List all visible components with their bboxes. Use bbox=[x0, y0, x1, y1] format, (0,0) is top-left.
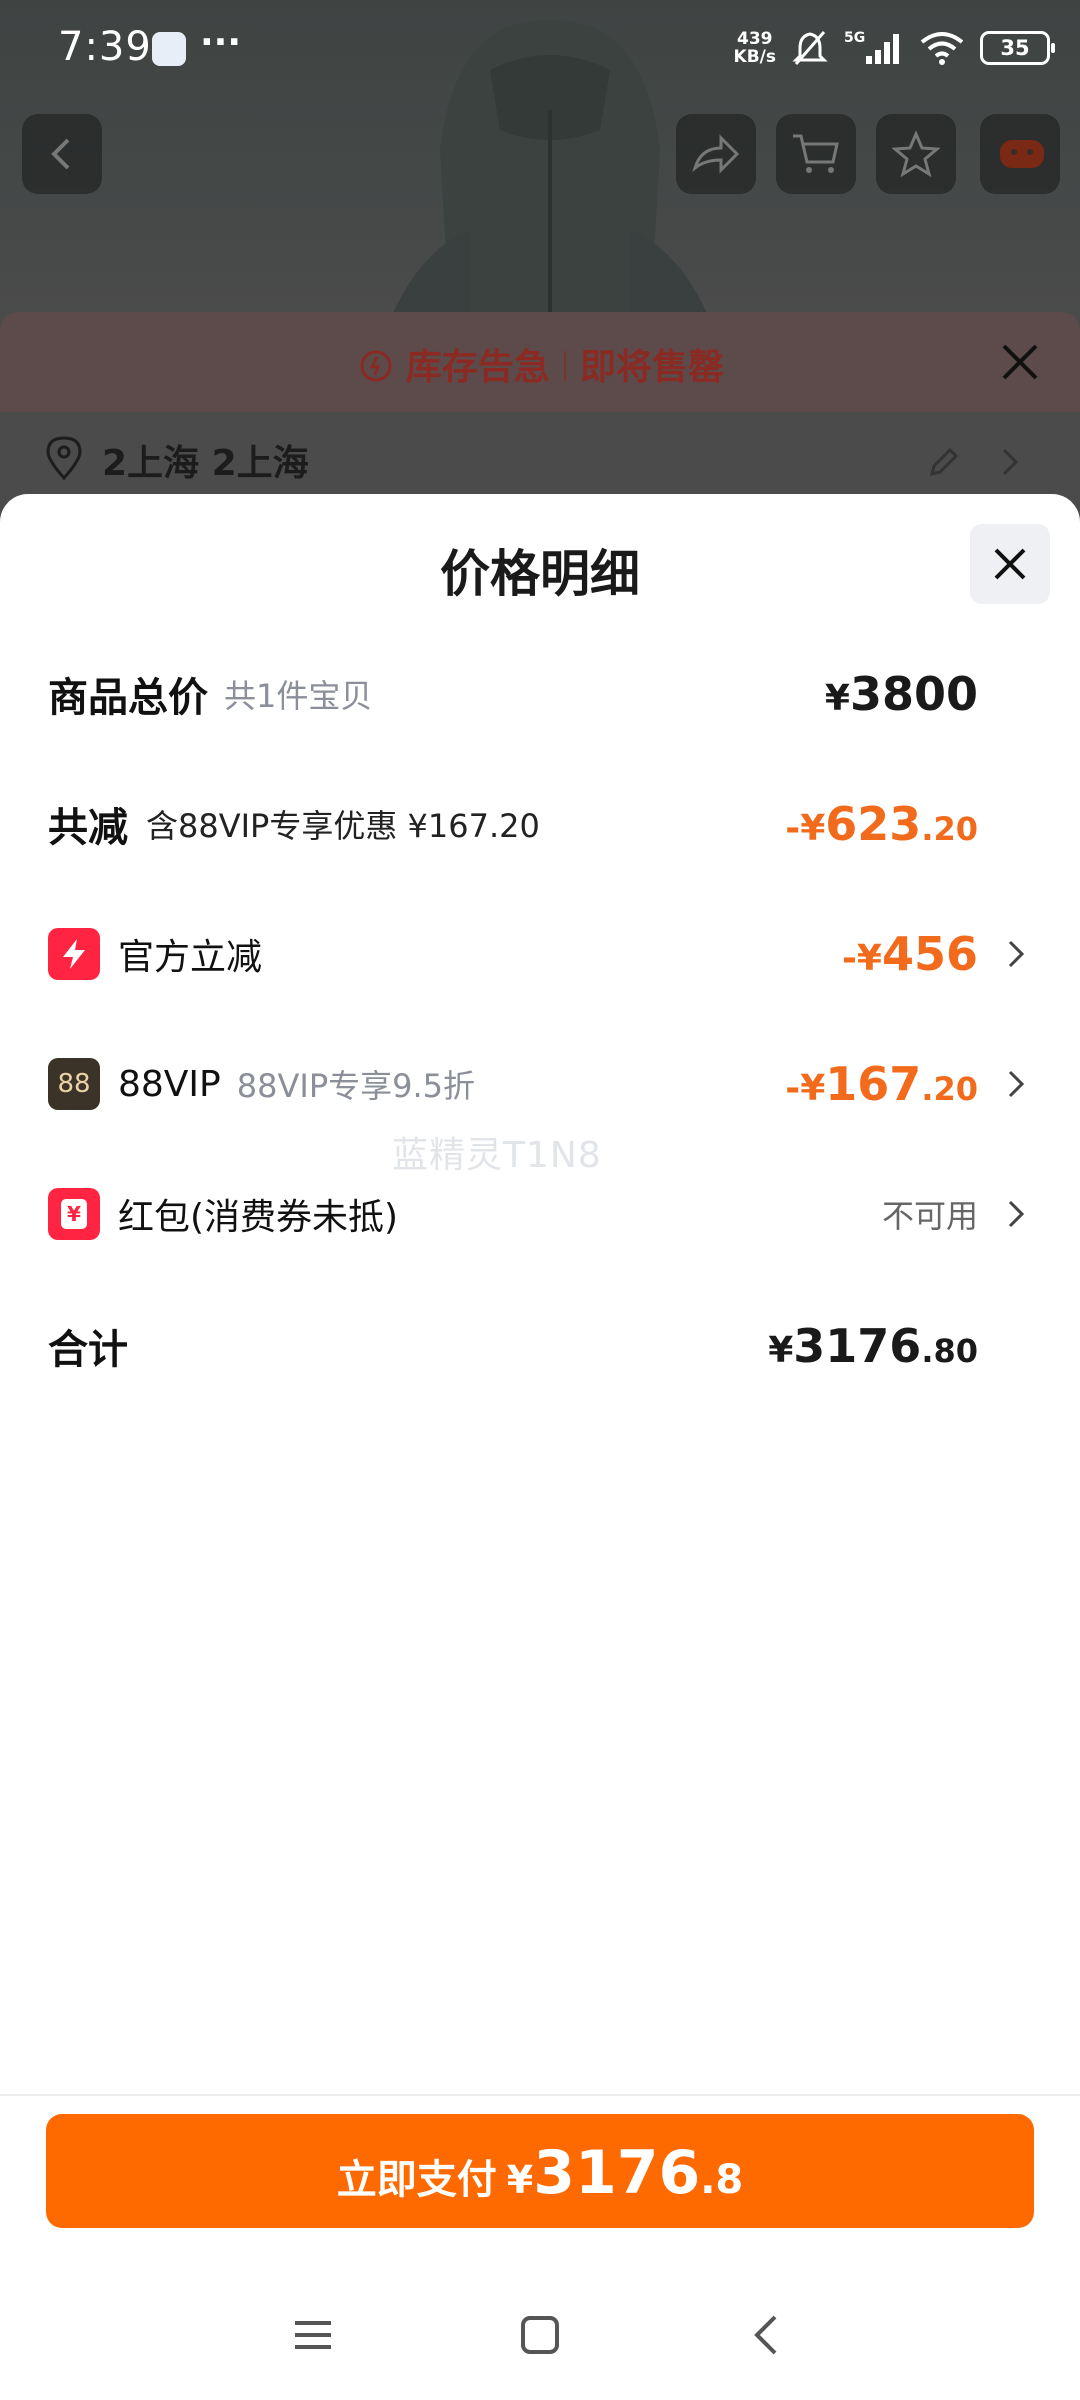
vip-note: 88VIP专享9.5折 bbox=[236, 1067, 476, 1105]
currency-symbol: ¥ bbox=[506, 2158, 534, 2202]
more-notifications-icon: ··· bbox=[200, 22, 242, 63]
red-packet-icon: ¥ bbox=[48, 1188, 100, 1240]
red-packet-label: 红包(消费券未抵) bbox=[118, 1197, 399, 1238]
pay-now-label: 立即支付 bbox=[336, 2157, 497, 2203]
vip-discount-row[interactable]: 88 88VIP 88VIP专享9.5折 -¥ 167 .20 bbox=[48, 1044, 1032, 1124]
chevron-right-icon bbox=[1008, 1200, 1025, 1228]
official-discount-row[interactable]: 官方立减 -¥ 456 bbox=[48, 914, 1032, 994]
lightning-glyph bbox=[63, 939, 85, 969]
star-icon bbox=[892, 131, 940, 177]
pay-now-button[interactable]: 立即支付 ¥ 3176 .8 bbox=[46, 2114, 1034, 2228]
location-pin-icon bbox=[46, 436, 82, 480]
stock-warning-text: 库存告急 bbox=[405, 347, 550, 388]
amount-integer: 167 bbox=[825, 1057, 922, 1111]
signal-5g-icon: 5G bbox=[844, 30, 899, 64]
chevron-right-icon bbox=[1008, 940, 1025, 968]
app-notification-icon bbox=[152, 32, 186, 66]
amount-integer: 623 bbox=[825, 797, 922, 851]
official-discount-value: -¥ 456 bbox=[842, 927, 978, 981]
grand-total-row: 合计 ¥ 3176 .80 bbox=[48, 1306, 1032, 1386]
system-nav-bar bbox=[0, 2270, 1080, 2400]
address-row[interactable]: 2上海 2上海 bbox=[0, 412, 1080, 502]
chevron-right-icon bbox=[1008, 1070, 1025, 1098]
amount-decimal: .20 bbox=[921, 1070, 978, 1108]
grand-total-label: 合计 bbox=[48, 1327, 128, 1373]
pay-amount-decimal: .8 bbox=[700, 2157, 744, 2203]
chevron-left-icon bbox=[51, 138, 70, 170]
sellout-text: 即将售罄 bbox=[580, 347, 725, 388]
mute-icon bbox=[792, 31, 828, 65]
back-button[interactable] bbox=[22, 114, 102, 194]
currency-symbol: -¥ bbox=[785, 1068, 826, 1109]
stock-separator: | bbox=[559, 346, 571, 382]
goods-total-value: ¥ 3800 bbox=[825, 667, 978, 721]
watermark: 蓝精灵T1N8 bbox=[392, 1135, 602, 1176]
home-button[interactable] bbox=[500, 2295, 580, 2375]
goods-total-row: 商品总价 共1件宝贝 ¥ 3800 bbox=[48, 654, 1032, 734]
amount-decimal: .80 bbox=[921, 1332, 978, 1370]
share-icon bbox=[692, 134, 740, 174]
total-discount-note: 含88VIP专享优惠 ¥167.20 bbox=[146, 807, 540, 845]
currency-symbol: -¥ bbox=[841, 938, 882, 979]
total-discount-value: -¥ 623 .20 bbox=[785, 797, 978, 851]
total-discount-row: 共减 含88VIP专享优惠 ¥167.20 -¥ 623 .20 bbox=[48, 784, 1032, 864]
close-banner-icon[interactable] bbox=[998, 340, 1042, 384]
edit-icon[interactable] bbox=[926, 444, 962, 480]
battery-indicator: 35 bbox=[980, 31, 1055, 65]
sheet-title: 价格明细 bbox=[440, 545, 640, 603]
favorite-button[interactable] bbox=[876, 114, 956, 194]
vip-label: 88VIP bbox=[118, 1063, 221, 1105]
total-discount-label: 共减 bbox=[48, 805, 128, 851]
status-time: 7:39 bbox=[58, 24, 152, 70]
red-packet-glyph: ¥ bbox=[61, 1199, 87, 1229]
system-back-button[interactable] bbox=[727, 2295, 807, 2375]
currency-symbol: ¥ bbox=[824, 678, 850, 719]
red-packet-status: 不可用 bbox=[881, 1197, 978, 1235]
message-icon bbox=[1000, 140, 1044, 168]
menu-button[interactable] bbox=[273, 2295, 353, 2375]
amount-integer: 3800 bbox=[849, 667, 978, 721]
cart-button[interactable] bbox=[776, 114, 856, 194]
alarm-icon bbox=[360, 350, 392, 382]
currency-symbol: ¥ bbox=[768, 1330, 794, 1371]
wifi-icon bbox=[920, 32, 964, 65]
back-arrow-icon bbox=[753, 2315, 777, 2355]
close-icon bbox=[994, 548, 1026, 580]
amount-integer: 3176 bbox=[793, 1319, 922, 1373]
divider bbox=[0, 2094, 1080, 2096]
menu-icon bbox=[295, 2321, 332, 2349]
stock-warning-banner: 库存告急 | 即将售罄 bbox=[0, 312, 1080, 412]
vip-88-icon: 88 bbox=[48, 1058, 100, 1110]
red-packet-row[interactable]: ¥ 红包(消费券未抵) 不可用 bbox=[48, 1174, 1032, 1254]
cart-icon bbox=[793, 134, 839, 173]
pay-amount-integer: 3176 bbox=[533, 2138, 701, 2208]
goods-count: 共1件宝贝 bbox=[224, 677, 373, 715]
official-discount-label: 官方立减 bbox=[118, 937, 263, 978]
chevron-right-icon bbox=[1002, 448, 1019, 476]
close-sheet-button[interactable] bbox=[970, 524, 1050, 604]
grand-total-value: ¥ 3176 .80 bbox=[768, 1319, 978, 1373]
net-speed-unit: KB/s bbox=[733, 47, 776, 67]
net-speed-value: 439 bbox=[737, 29, 773, 49]
home-square-icon bbox=[520, 2316, 559, 2354]
share-button[interactable] bbox=[676, 114, 756, 194]
currency-symbol: -¥ bbox=[785, 808, 826, 849]
more-button[interactable] bbox=[980, 114, 1060, 194]
vip-discount-value: -¥ 167 .20 bbox=[785, 1057, 978, 1111]
address-text: 2上海 2上海 bbox=[102, 443, 309, 484]
lightning-icon bbox=[48, 928, 100, 980]
svg-text:5G: 5G bbox=[844, 30, 865, 46]
network-speed: 439 KB/s bbox=[734, 30, 776, 66]
status-bar: 7:39 ··· 439 KB/s 5G 35 bbox=[0, 0, 1080, 96]
amount-integer: 456 bbox=[881, 927, 978, 981]
amount-decimal: .20 bbox=[921, 810, 978, 848]
goods-total-label: 商品总价 bbox=[48, 675, 208, 721]
